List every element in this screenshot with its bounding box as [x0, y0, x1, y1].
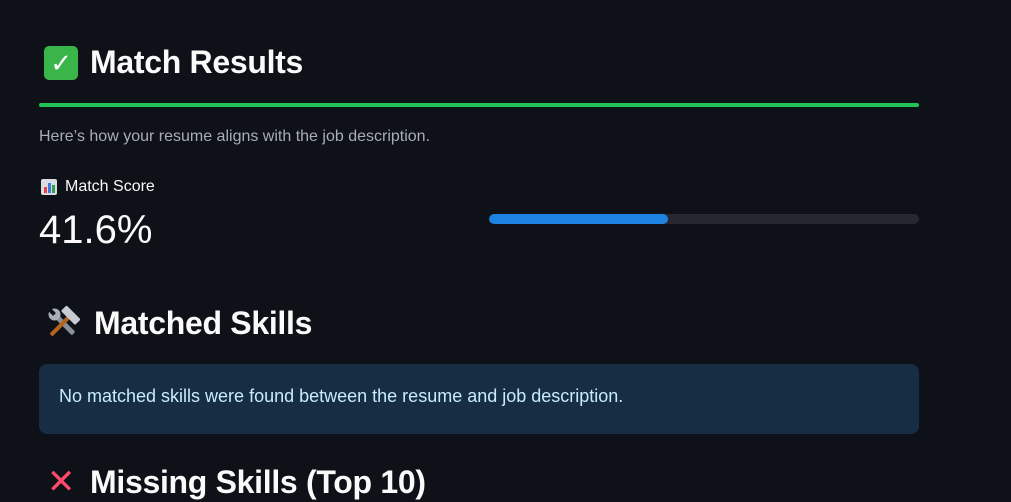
cross-mark-icon: ✕: [46, 463, 76, 501]
match-score-value: 41.6%: [39, 208, 153, 252]
missing-skills-heading: ✕ Missing Skills (Top 10): [39, 462, 426, 502]
bar-chart-icon: [41, 179, 57, 195]
matched-skills-title: Matched Skills: [94, 304, 313, 341]
hammer-and-wrench-icon: [44, 304, 82, 342]
results-caption: Here’s how your resume aligns with the j…: [39, 128, 431, 145]
check-mark-button-icon: ✓: [44, 45, 78, 80]
progress-fill: [489, 214, 668, 224]
heading-divider: [39, 103, 919, 107]
info-alert: No matched skills were found between the…: [39, 364, 919, 434]
info-alert-message: No matched skills were found between the…: [59, 386, 624, 406]
match-results-heading: ✓ Match Results: [39, 44, 303, 81]
match-score-label: Match Score: [41, 178, 155, 196]
match-results-title: Match Results: [90, 44, 304, 80]
matched-skills-heading: Matched Skills: [39, 304, 312, 342]
missing-skills-title: Missing Skills (Top 10): [90, 463, 426, 500]
match-score-label-text: Match Score: [65, 178, 155, 195]
match-score-progress-bar: [489, 214, 919, 224]
